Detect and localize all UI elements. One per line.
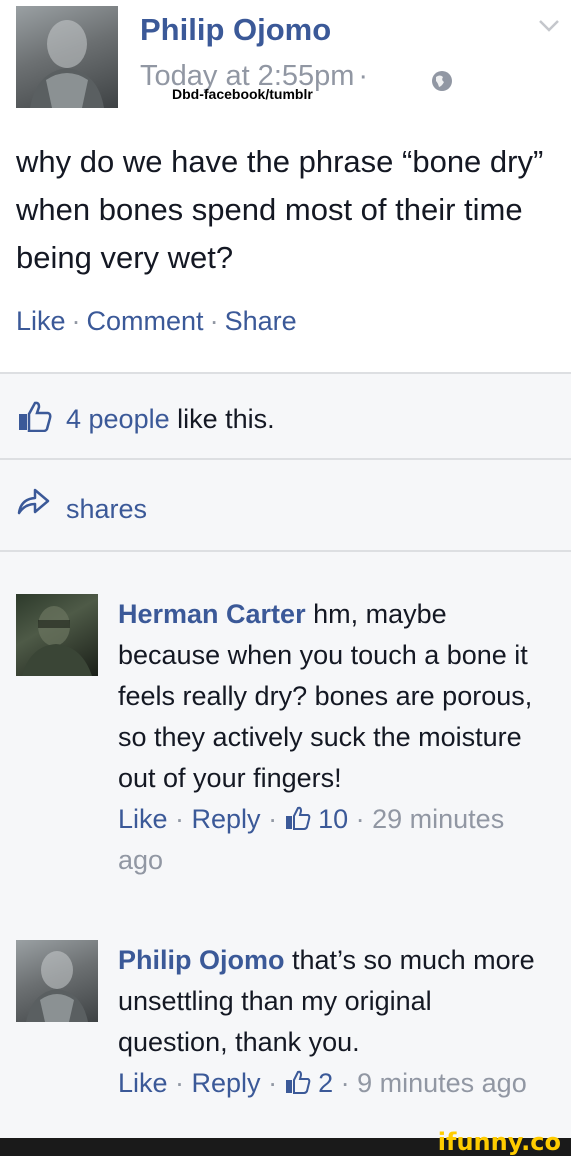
likes-count-link[interactable]: 4 people (66, 404, 170, 434)
meta-sep: · (167, 1068, 192, 1098)
globe-icon (432, 71, 452, 91)
comment-reply-link[interactable]: Reply (192, 804, 261, 834)
post: Philip Ojomo Today at 2:55pm · Dbd-facebo… (0, 0, 571, 372)
like-link[interactable]: Like (16, 306, 66, 336)
action-sep: · (209, 306, 219, 336)
post-author[interactable]: Philip Ojomo (140, 12, 331, 48)
comment-reply-link[interactable]: Reply (192, 1068, 261, 1098)
chevron-down-icon[interactable] (538, 14, 560, 36)
action-sep: · (71, 306, 81, 336)
comment-time[interactable]: 9 minutes ago (357, 1068, 527, 1098)
comment-like-link[interactable]: Like (118, 804, 168, 834)
post-actions: Like · Comment · Share (16, 306, 297, 337)
thumbs-up-icon (19, 401, 52, 432)
comment-like-count[interactable]: 2 (318, 1068, 333, 1098)
comment-link[interactable]: Comment (87, 306, 204, 336)
meta-sep: · (260, 1068, 285, 1098)
time-separator: · (358, 60, 369, 92)
shares-summary[interactable]: shares (0, 460, 571, 552)
watermark: Dbd-facebook/tumblr (172, 86, 313, 102)
comment-author[interactable]: Herman Carter (118, 599, 306, 629)
thumbs-up-icon (285, 806, 310, 830)
meta-sep: · (348, 804, 373, 834)
thumbs-up-icon (285, 1070, 310, 1094)
meta-sep: · (167, 804, 192, 834)
meta-sep: · (260, 804, 285, 834)
footer-bar: ifunny.co (0, 1128, 571, 1156)
comment-author[interactable]: Philip Ojomo (118, 945, 285, 975)
shares-link[interactable]: shares (66, 494, 147, 525)
likes-summary[interactable]: 4 people like this. (0, 372, 571, 460)
likes-suffix: like this. (169, 404, 275, 434)
comment-avatar[interactable] (16, 594, 98, 676)
post-text: why do we have the phrase “bone dry” whe… (16, 144, 544, 275)
comment-like-link[interactable]: Like (118, 1068, 168, 1098)
comment-avatar[interactable] (16, 940, 98, 1022)
author-avatar[interactable] (16, 6, 118, 108)
share-link[interactable]: Share (225, 306, 297, 336)
comment: Herman Carter hm, maybe because when you… (118, 594, 548, 881)
comment: Philip Ojomo that’s so much more unsettl… (118, 940, 548, 1104)
comments-section: Herman Carter hm, maybe because when you… (0, 552, 571, 1138)
share-arrow-icon (17, 488, 50, 515)
meta-sep: · (333, 1068, 358, 1098)
comment-like-count[interactable]: 10 (318, 804, 348, 834)
ifunny-logo: ifunny.co (437, 1128, 561, 1156)
likes-text: 4 people like this. (66, 404, 275, 435)
comment-meta: Like · Reply · 2 · 9 minutes ago (118, 1068, 527, 1098)
comment-meta: Like · Reply · 10 · 29 minutes ago (118, 804, 504, 875)
